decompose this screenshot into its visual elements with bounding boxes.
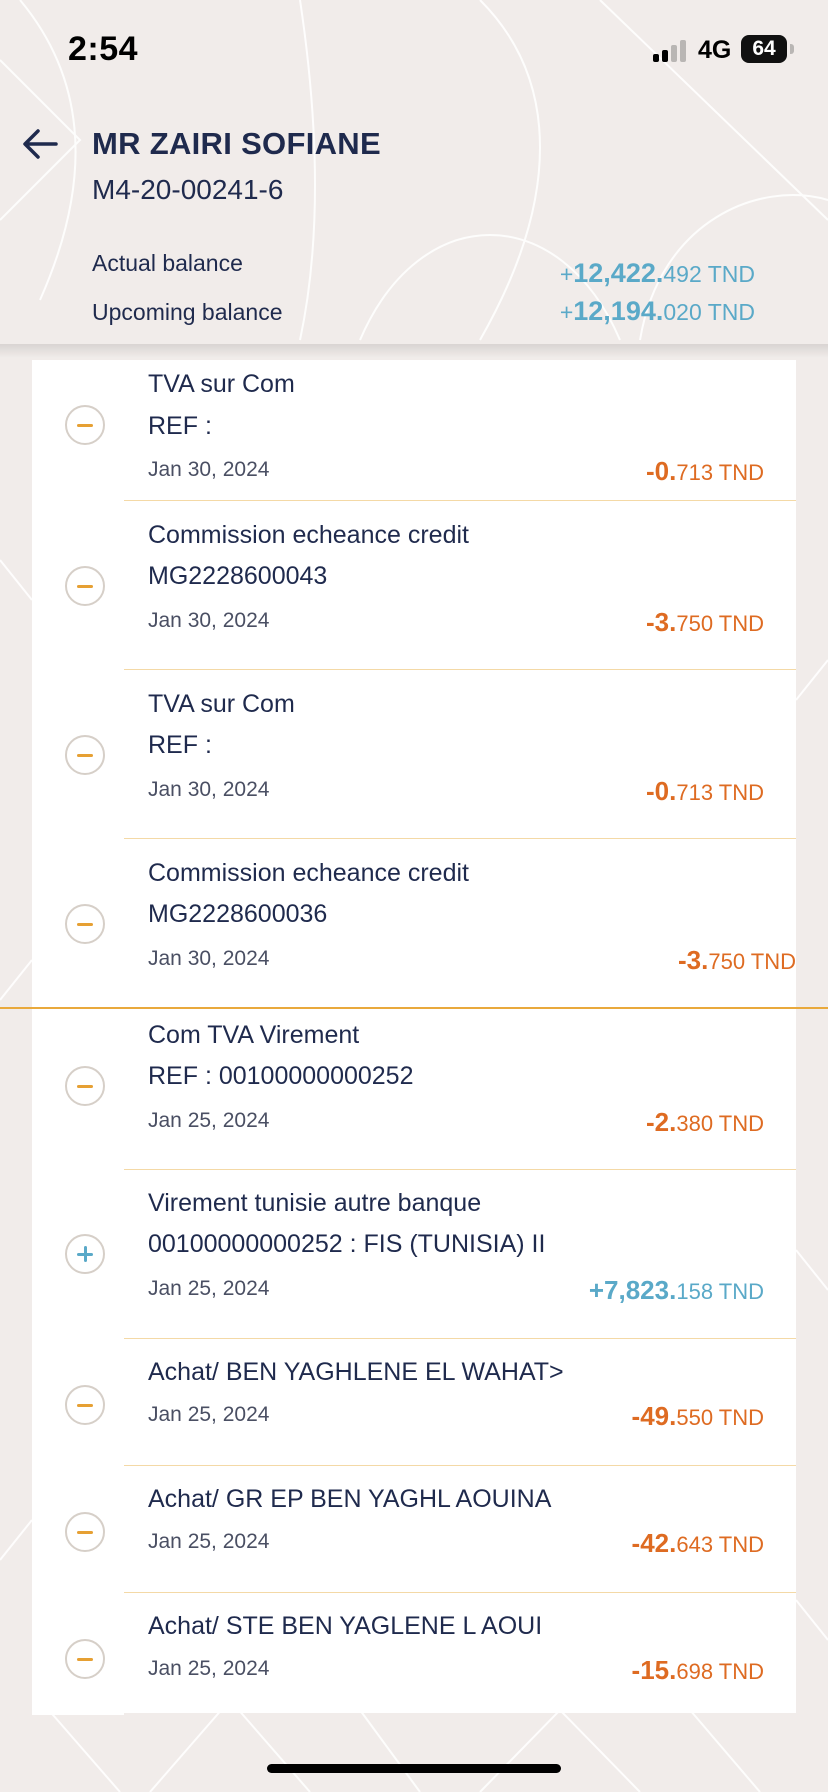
transaction-reference: MG2228600043 (148, 562, 328, 590)
transaction-date: Jan 30, 2024 (148, 458, 270, 481)
transaction-amount: +7,823.158 TND (589, 1275, 764, 1306)
amount-integer: -0. (646, 456, 677, 486)
transaction-list: TVA sur Com REF : Jan 30, 2024 -0.713 TND Co… (0, 360, 828, 1715)
transaction-row[interactable]: Achat/ STE BEN YAGLENE L AOUI Jan 25, 202… (32, 1593, 796, 1715)
transaction-date: Jan 25, 2024 (148, 1109, 270, 1132)
transaction-title: Com TVA Virement (148, 1021, 360, 1049)
amount-integer: +7,823. (588, 1275, 677, 1305)
arrow-left-icon (23, 129, 58, 159)
battery-icon: 64 (741, 35, 787, 63)
transaction-amount: -2.380 TND (646, 1107, 764, 1138)
transaction-amount: -42.643 TND (632, 1528, 764, 1559)
amount-currency: TND (718, 1279, 764, 1304)
amount-integer: -2. (646, 1107, 677, 1137)
transaction-reference: REF : (148, 731, 212, 759)
minus-circle-icon (65, 1066, 105, 1106)
minus-circle-icon (65, 1639, 105, 1679)
amount-integer: -0. (646, 776, 677, 806)
transaction-row[interactable]: Commission echeance credit MG2228600036 Ja… (0, 839, 828, 1009)
amount-integer: -3. (678, 945, 709, 975)
transaction-amount: -3.750 TND (646, 607, 764, 638)
divider-inset (32, 1712, 124, 1715)
transaction-date: Jan 30, 2024 (148, 947, 270, 970)
amount-integer: -3. (646, 607, 677, 637)
amount-decimal: 550 (676, 1405, 714, 1430)
transaction-reference: MG2228600036 (148, 900, 328, 928)
amount-decimal: 643 (676, 1532, 714, 1557)
status-time: 2:54 (68, 30, 139, 68)
transaction-amount: -49.550 TND (632, 1401, 764, 1432)
transaction-row[interactable]: TVA sur Com REF : Jan 30, 2024 -0.713 TND (32, 670, 796, 840)
amount-decimal: 713 (676, 780, 714, 805)
transaction-date: Jan 25, 2024 (148, 1657, 270, 1680)
amount-currency: TND (718, 460, 764, 485)
amount-integer: -42. (631, 1528, 677, 1558)
amount-decimal: 158 (676, 1279, 714, 1304)
transaction-amount: -3.750 TND (678, 945, 796, 976)
battery-tip (790, 44, 794, 54)
actual-balance-label: Actual balance (92, 250, 243, 276)
transaction-title: Commission echeance credit (148, 859, 469, 887)
amount-decimal: 750 (676, 611, 714, 636)
transaction-title: Virement tunisie autre banque (148, 1189, 482, 1217)
transaction-row[interactable]: Achat/ GR EP BEN YAGHL AOUINA Jan 25, 202… (32, 1466, 796, 1594)
amount-integer: -49. (631, 1401, 677, 1431)
amount-integer: -15. (631, 1655, 677, 1685)
transaction-amount: -15.698 TND (632, 1655, 764, 1686)
amount-decimal: 380 (676, 1111, 714, 1136)
upcoming-balance-label: Upcoming balance (92, 299, 283, 325)
minus-circle-icon (65, 405, 105, 445)
actual-balance-amount: +12,422.492 TND (559, 258, 755, 288)
transaction-row[interactable]: Virement tunisie autre banque 00100000000… (32, 1170, 796, 1340)
transaction-title: Achat/ STE BEN YAGLENE L AOUI (148, 1612, 543, 1640)
minus-circle-icon (65, 566, 105, 606)
amount-currency: TND (718, 1111, 764, 1136)
transaction-row[interactable]: Commission echeance credit MG2228600043 Ja… (32, 501, 796, 671)
transaction-row[interactable]: TVA sur Com REF : Jan 30, 2024 -0.713 TND (32, 360, 796, 502)
transaction-title: TVA sur Com (148, 370, 295, 398)
network-type: 4G (698, 36, 732, 64)
transaction-reference: 00100000000252 : FIS (TUNISIA) II (148, 1230, 546, 1258)
amount-currency: TND (718, 611, 764, 636)
minus-circle-icon (65, 1512, 105, 1552)
transaction-title: Achat/ GR EP BEN YAGHL AOUINA (148, 1485, 552, 1513)
status-bar: 2:54 4G 64 (0, 0, 828, 100)
amount-currency: TND (718, 1532, 764, 1557)
transaction-amount: -0.713 TND (646, 456, 764, 487)
amount-currency: TND (750, 949, 796, 974)
account-name: MR ZAIRI SOFIANE (92, 126, 381, 161)
plus-circle-icon (65, 1234, 105, 1274)
amount-currency: TND (718, 1659, 764, 1684)
minus-circle-icon (65, 735, 105, 775)
account-number: M4-20-00241-6 (92, 174, 284, 205)
transaction-date: Jan 25, 2024 (148, 1403, 270, 1426)
amount-decimal: 698 (676, 1659, 714, 1684)
transaction-date: Jan 30, 2024 (148, 609, 270, 632)
upcoming-balance-amount: +12,194.020 TND (559, 296, 755, 326)
transaction-title: Commission echeance credit (148, 521, 469, 549)
transaction-row[interactable]: Achat/ BEN YAGHLENE EL WAHAT> Jan 25, 202… (32, 1339, 796, 1467)
back-button[interactable] (18, 120, 66, 168)
transaction-amount: -0.713 TND (646, 776, 764, 807)
signal-icon (653, 40, 687, 62)
transaction-title: Achat/ BEN YAGHLENE EL WAHAT> (148, 1358, 564, 1386)
transaction-date: Jan 25, 2024 (148, 1530, 270, 1553)
transaction-reference: REF : (148, 412, 212, 440)
transaction-row[interactable]: Com TVA Virement REF : 00100000000252 Jan … (32, 1009, 796, 1171)
amount-decimal: 750 (708, 949, 746, 974)
transaction-date: Jan 25, 2024 (148, 1277, 270, 1300)
minus-circle-icon (65, 1385, 105, 1425)
transaction-date: Jan 30, 2024 (148, 778, 270, 801)
amount-decimal: 713 (676, 460, 714, 485)
transaction-title: TVA sur Com (148, 690, 295, 718)
amount-currency: TND (718, 1405, 764, 1430)
transaction-reference: REF : 00100000000252 (148, 1062, 414, 1090)
amount-currency: TND (718, 780, 764, 805)
home-indicator[interactable] (267, 1764, 561, 1773)
account-header: MR ZAIRI SOFIANE M4-20-00241-6 Actual ba… (0, 100, 828, 350)
minus-circle-icon (65, 904, 105, 944)
